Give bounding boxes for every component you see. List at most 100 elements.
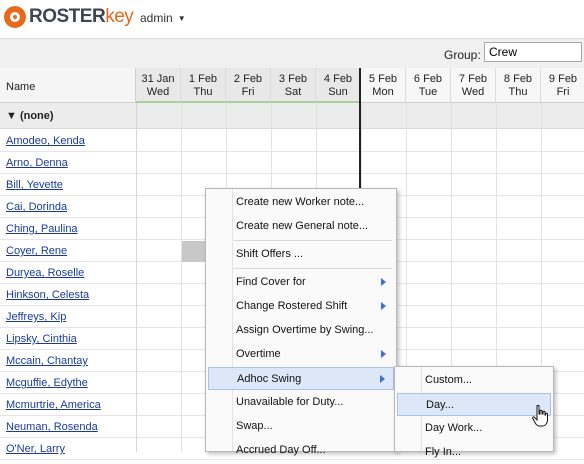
username-label: admin	[140, 11, 173, 25]
user-menu[interactable]: admin ▼	[140, 11, 186, 25]
worker-name-link[interactable]: Amodeo, Kenda	[6, 135, 85, 147]
top-bar: ROSTERkey admin ▼	[0, 0, 584, 38]
context-menu-item[interactable]: Adhoc Swing	[208, 367, 394, 390]
menu-separator	[234, 240, 392, 241]
day-header[interactable]: 4 Feb Sun	[316, 68, 361, 103]
worker-name-link[interactable]: Arno, Denna	[6, 157, 68, 169]
day-header-date: 8 Feb	[503, 73, 533, 85]
context-menu-item[interactable]: Accrued Day Off...	[208, 439, 394, 462]
name-column-divider	[136, 103, 137, 452]
day-header-weekday: Thu	[193, 86, 213, 98]
day-header[interactable]: 2 Feb Fri	[226, 68, 271, 103]
context-menu-item[interactable]: Overtime	[208, 343, 394, 366]
submenu-arrow-icon	[381, 350, 386, 358]
worker-name-link[interactable]: Duryea, Roselle	[6, 267, 84, 279]
worker-name-link[interactable]: Mcguffie, Edythe	[6, 377, 88, 389]
context-menu-item[interactable]: Create new General note...	[208, 215, 394, 238]
menu-item-label: Create new Worker note...	[236, 196, 365, 208]
logo-mark-icon	[4, 6, 26, 28]
day-header-weekday: Sat	[284, 86, 302, 98]
menu-item-label: Overtime	[236, 348, 281, 360]
name-column-header[interactable]: Name	[0, 68, 136, 103]
worker-name-link[interactable]: Jeffreys, Kip	[6, 311, 66, 323]
submenu-arrow-icon	[381, 302, 386, 310]
submenu-item-label: Fly In...	[425, 446, 462, 458]
day-header-date: 5 Feb	[368, 73, 398, 85]
group-row-label: ▼ (none)	[6, 110, 54, 122]
menu-item-label: Swap...	[236, 420, 273, 432]
worker-name-link[interactable]: Mcmurtrie, America	[6, 399, 101, 411]
logo-text: ROSTERkey	[29, 6, 134, 28]
worker-name-link[interactable]: Mccain, Chantay	[6, 355, 88, 367]
submenu-item-label: Day Work...	[425, 422, 483, 434]
worker-name-link[interactable]: Neuman, Rosenda	[6, 421, 98, 433]
worker-name-link[interactable]: Cai, Dorinda	[6, 201, 67, 213]
day-header-weekday: Fri	[241, 86, 255, 98]
name-header-label: Name	[6, 81, 36, 93]
day-header[interactable]: 9 Feb Fri	[541, 68, 584, 103]
group-select-input[interactable]	[484, 42, 582, 62]
context-menu-item[interactable]: Swap...	[208, 415, 394, 438]
logo-key-text: key	[105, 6, 134, 27]
day-header[interactable]: 1 Feb Thu	[181, 68, 226, 103]
day-header-weekday: Tue	[418, 86, 438, 98]
toolbar: Group:	[0, 38, 584, 69]
day-header-date: 6 Feb	[413, 73, 443, 85]
day-header-date: 3 Feb	[278, 73, 308, 85]
worker-name-link[interactable]: Ching, Paulina	[6, 223, 78, 235]
submenu-item-label: Custom...	[425, 374, 473, 386]
day-header-date: 1 Feb	[188, 73, 218, 85]
day-header-date: 7 Feb	[458, 73, 488, 85]
day-header-weekday: Sun	[328, 86, 348, 98]
day-header-weekday: Mon	[372, 86, 394, 98]
context-menu-item[interactable]: Find Cover for	[208, 271, 394, 294]
rosterkey-logo[interactable]: ROSTERkey	[4, 5, 134, 29]
submenu-item[interactable]: Day...	[397, 393, 551, 416]
submenu-arrow-icon	[380, 375, 385, 383]
menu-item-label: Create new General note...	[236, 220, 369, 232]
context-menu-item[interactable]: Assign Overtime by Swing...	[208, 319, 394, 342]
worker-name-link[interactable]: Lipsky, Cinthia	[6, 333, 77, 345]
day-header-weekday: Wed	[146, 86, 170, 98]
context-menu-item[interactable]: Create new Worker note...	[208, 191, 394, 214]
group-label: Group:	[444, 48, 481, 62]
context-menu: Create new Worker note... Create new Gene…	[205, 188, 397, 456]
day-header[interactable]: 8 Feb Thu	[496, 68, 541, 103]
context-menu-item[interactable]: Change Rostered Shift	[208, 295, 394, 318]
day-header-date: 31 Jan	[141, 73, 175, 85]
context-menu-item[interactable]: Shift Offers ...	[208, 243, 394, 266]
day-header[interactable]: 6 Feb Tue	[406, 68, 451, 103]
context-menu-item[interactable]: Unavailable for Duty...	[208, 391, 394, 414]
hand-pointer-icon	[532, 405, 548, 427]
worker-name-link[interactable]: Coyer, Rene	[6, 245, 67, 257]
day-header-date: 2 Feb	[233, 73, 263, 85]
day-header[interactable]: 31 Jan Wed	[136, 68, 181, 103]
day-header[interactable]: 5 Feb Mon	[361, 68, 406, 103]
logo-roster-text: ROSTER	[29, 6, 106, 27]
menu-item-label: Unavailable for Duty...	[236, 396, 344, 408]
day-header[interactable]: 3 Feb Sat	[271, 68, 316, 103]
submenu-item[interactable]: Custom...	[397, 369, 551, 392]
menu-separator	[234, 268, 392, 269]
menu-item-label: Find Cover for	[236, 276, 306, 288]
menu-item-label: Assign Overtime by Swing...	[236, 324, 374, 336]
submenu-item-label: Day...	[426, 399, 454, 411]
menu-item-label: Change Rostered Shift	[236, 300, 348, 312]
menu-item-label: Accrued Day Off...	[236, 444, 326, 456]
submenu-item[interactable]: Fly In...	[397, 441, 551, 464]
menu-item-label: Shift Offers ...	[236, 248, 304, 260]
submenu-item[interactable]: Day Work...	[397, 417, 551, 440]
worker-name-link[interactable]: Hinkson, Celesta	[6, 289, 89, 301]
day-header-weekday: Wed	[461, 86, 485, 98]
day-header[interactable]: 7 Feb Wed	[451, 68, 496, 103]
day-header-weekday: Fri	[556, 86, 570, 98]
column-divider	[181, 103, 182, 452]
worker-name-link[interactable]: O'Ner, Larry	[6, 443, 65, 455]
day-header-weekday: Thu	[508, 86, 528, 98]
submenu-arrow-icon	[381, 278, 386, 286]
adhoc-swing-submenu: Custom... Day... Day Work... Fly In...	[394, 366, 554, 458]
menu-item-label: Adhoc Swing	[237, 373, 302, 385]
worker-name-link[interactable]: Bill, Yevette	[6, 179, 63, 191]
day-header-date: 4 Feb	[323, 73, 353, 85]
day-header-date: 9 Feb	[548, 73, 578, 85]
